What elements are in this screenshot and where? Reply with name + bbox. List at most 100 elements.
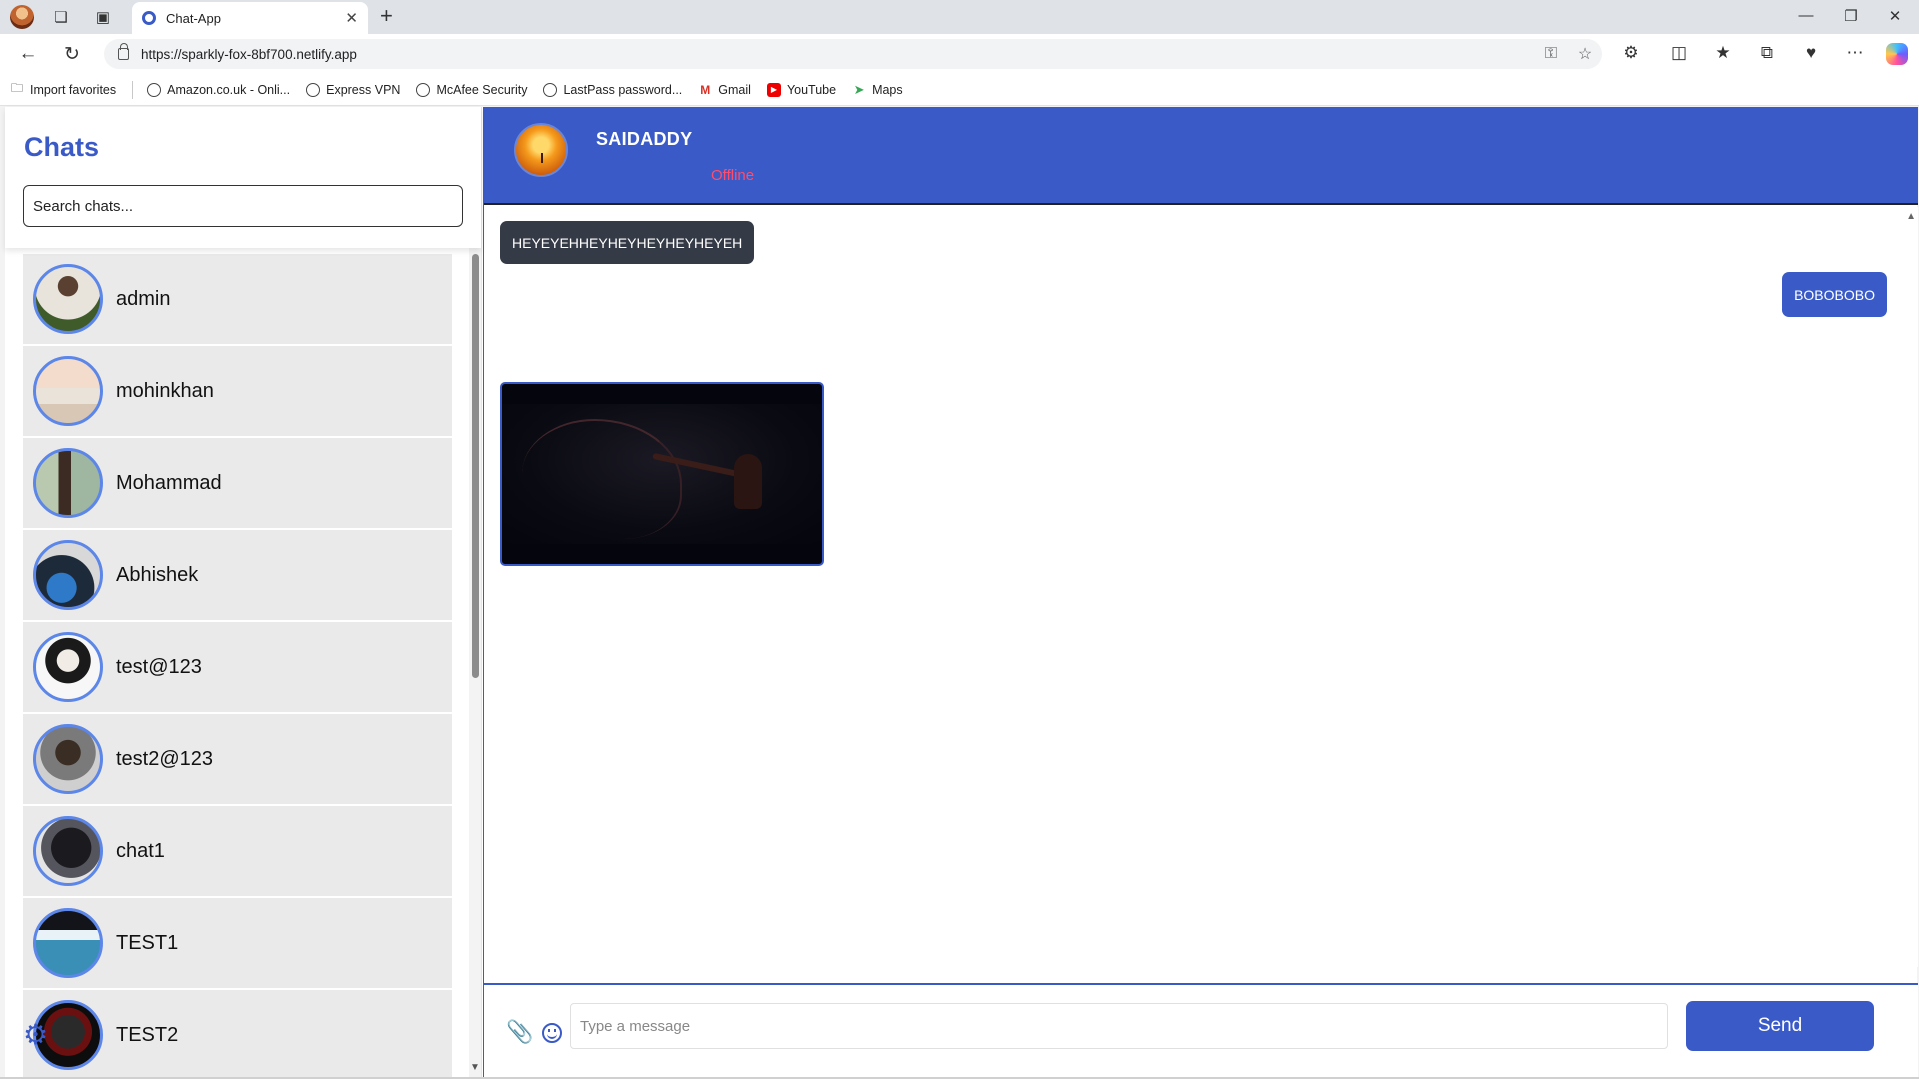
lock-icon[interactable] [118, 43, 129, 60]
bookmark-label: LastPass password... [563, 82, 683, 97]
maps-icon: ➤ [853, 81, 865, 97]
extensions-icon[interactable]: ⚙ [1618, 43, 1644, 63]
copilot-icon[interactable] [1886, 43, 1908, 65]
chat-item-chat1[interactable]: chat1 [23, 806, 452, 896]
image-figure-shape [734, 454, 762, 509]
conversation-panel: SAIDADDY Offline HEYEYEHHEYHEYHEYHEYHEYE… [483, 107, 1918, 1077]
chat-item-test1[interactable]: TEST1 [23, 898, 452, 988]
search-chats-input[interactable] [23, 185, 463, 227]
bookmark-amazon[interactable]: Amazon.co.uk - Onli... [147, 82, 291, 97]
chat-item-test2[interactable]: TEST2 [23, 990, 452, 1077]
browser-tab-bar: ❏ ▣ Chat-App ✕ + — ❐ ✕ [0, 0, 1919, 34]
avatar [33, 356, 103, 426]
composer-divider [484, 983, 1918, 985]
close-tab-icon[interactable]: ✕ [345, 9, 358, 27]
sidebar-title: Chats [24, 132, 100, 162]
bookmark-label: YouTube [786, 82, 837, 97]
chat-sidebar: Chats admin mohinkhan Mohammad Abhishek [5, 107, 482, 1077]
chat-name: TEST1 [116, 931, 179, 954]
globe-icon [306, 82, 321, 97]
chat-name: admin [116, 287, 171, 310]
tab-title: Chat-App [166, 10, 221, 26]
bookmark-label: Amazon.co.uk - Onli... [167, 82, 291, 97]
bookmark-lastpass[interactable]: LastPass password... [543, 82, 683, 97]
bookmark-import-favorites[interactable]: 🗀 Import favorites [10, 81, 116, 97]
chat-item-abhishek[interactable]: Abhishek [23, 530, 452, 620]
contact-name: SAIDADDY [596, 129, 693, 149]
bookmark-youtube[interactable]: ▶ YouTube [766, 82, 837, 97]
chat-name: chat1 [116, 839, 165, 862]
tab-actions-icon[interactable]: ▣ [92, 6, 114, 28]
scrollbar-thumb[interactable] [472, 254, 479, 678]
folder-icon: 🗀 [10, 81, 23, 95]
bookmark-express-vpn[interactable]: Express VPN [306, 82, 400, 97]
sidebar-header: Chats [5, 107, 481, 248]
new-tab-icon[interactable]: + [380, 5, 393, 27]
bookmark-maps[interactable]: ➤ Maps [852, 81, 903, 97]
bookmarks-bar: 🗀 Import favorites Amazon.co.uk - Onli..… [0, 74, 1919, 106]
gmail-icon: M [700, 82, 711, 97]
globe-icon [416, 82, 431, 97]
contact-status: Offline [711, 167, 755, 184]
chat-item-test-123[interactable]: test@123 [23, 622, 452, 712]
scroll-up-arrow-icon[interactable]: ▲ [1906, 211, 1916, 222]
avatar [33, 816, 103, 886]
more-options-icon[interactable]: ⋯ [1842, 43, 1868, 63]
tab-chat-app[interactable]: Chat-App ✕ [132, 2, 368, 34]
send-button[interactable]: Send [1686, 1001, 1874, 1051]
chat-item-mohammad[interactable]: Mohammad [23, 438, 452, 528]
address-toolbar: ← ↻ https://sparkly-fox-8bf700.netlify.a… [0, 34, 1919, 74]
globe-icon [543, 82, 558, 97]
settings-gear-icon[interactable]: ⚙ [23, 1021, 48, 1049]
tab-favicon-icon [142, 11, 156, 25]
collections-icon[interactable]: ⧉ [1754, 43, 1780, 63]
chat-name: test2@123 [116, 747, 214, 770]
avatar [33, 724, 103, 794]
chat-app: Chats admin mohinkhan Mohammad Abhishek [5, 107, 1918, 1077]
chat-name: TEST2 [116, 1023, 179, 1046]
image-message[interactable] [500, 382, 824, 566]
restore-icon[interactable]: ❐ [1836, 7, 1866, 25]
bookmark-label: Maps [872, 82, 903, 97]
scroll-down-arrow-icon[interactable]: ▼ [470, 1062, 480, 1073]
youtube-icon: ▶ [766, 82, 781, 97]
chat-list-scrollbar[interactable]: ▼ [469, 248, 481, 1077]
avatar [33, 632, 103, 702]
conversation-header: SAIDADDY Offline [484, 107, 1918, 205]
url-text[interactable]: https://sparkly-fox-8bf700.netlify.app [141, 47, 1534, 62]
chat-list: admin mohinkhan Mohammad Abhishek test@1… [23, 254, 453, 1077]
avatar [33, 540, 103, 610]
favorite-star-icon[interactable]: ☆ [1568, 44, 1602, 64]
bookmark-label: McAfee Security [436, 82, 528, 97]
profile-avatar[interactable] [10, 5, 34, 29]
chat-name: Abhishek [116, 563, 199, 586]
emoji-icon[interactable] [542, 1023, 562, 1043]
minimize-icon[interactable]: — [1791, 7, 1821, 24]
workspaces-icon[interactable]: ❏ [50, 6, 72, 28]
contact-avatar[interactable] [514, 123, 568, 177]
chat-item-mohinkhan[interactable]: mohinkhan [23, 346, 452, 436]
incoming-message: HEYEYEHHEYHEYHEYHEYHEYEH [500, 221, 755, 264]
window-close-icon[interactable]: ✕ [1880, 7, 1910, 25]
password-key-icon[interactable]: ⚿ [1534, 45, 1568, 63]
avatar [33, 908, 103, 978]
back-icon[interactable]: ← [16, 43, 40, 65]
favorites-icon[interactable]: ★ [1710, 43, 1736, 63]
bookmark-gmail[interactable]: M Gmail [698, 83, 751, 97]
outgoing-message: BOBOBOBO [1782, 272, 1887, 317]
chat-name: test@123 [116, 655, 202, 678]
chat-name: Mohammad [116, 471, 222, 494]
bookmark-divider [132, 80, 134, 99]
browser-essentials-icon[interactable]: ♥ [1798, 43, 1824, 63]
bookmark-mcafee[interactable]: McAfee Security [416, 82, 528, 97]
chat-item-test2-123[interactable]: test2@123 [23, 714, 452, 804]
split-screen-icon[interactable]: ◫ [1666, 43, 1692, 63]
attach-paperclip-icon[interactable]: 📎 [506, 1021, 533, 1043]
chat-item-admin[interactable]: admin [23, 254, 452, 344]
message-input[interactable] [570, 1003, 1668, 1049]
chat-name: mohinkhan [116, 379, 214, 402]
url-bar[interactable]: https://sparkly-fox-8bf700.netlify.app ⚿… [104, 39, 1602, 69]
message-composer: 📎 Send [484, 983, 1918, 1077]
avatar [33, 264, 103, 334]
refresh-icon[interactable]: ↻ [60, 43, 84, 66]
